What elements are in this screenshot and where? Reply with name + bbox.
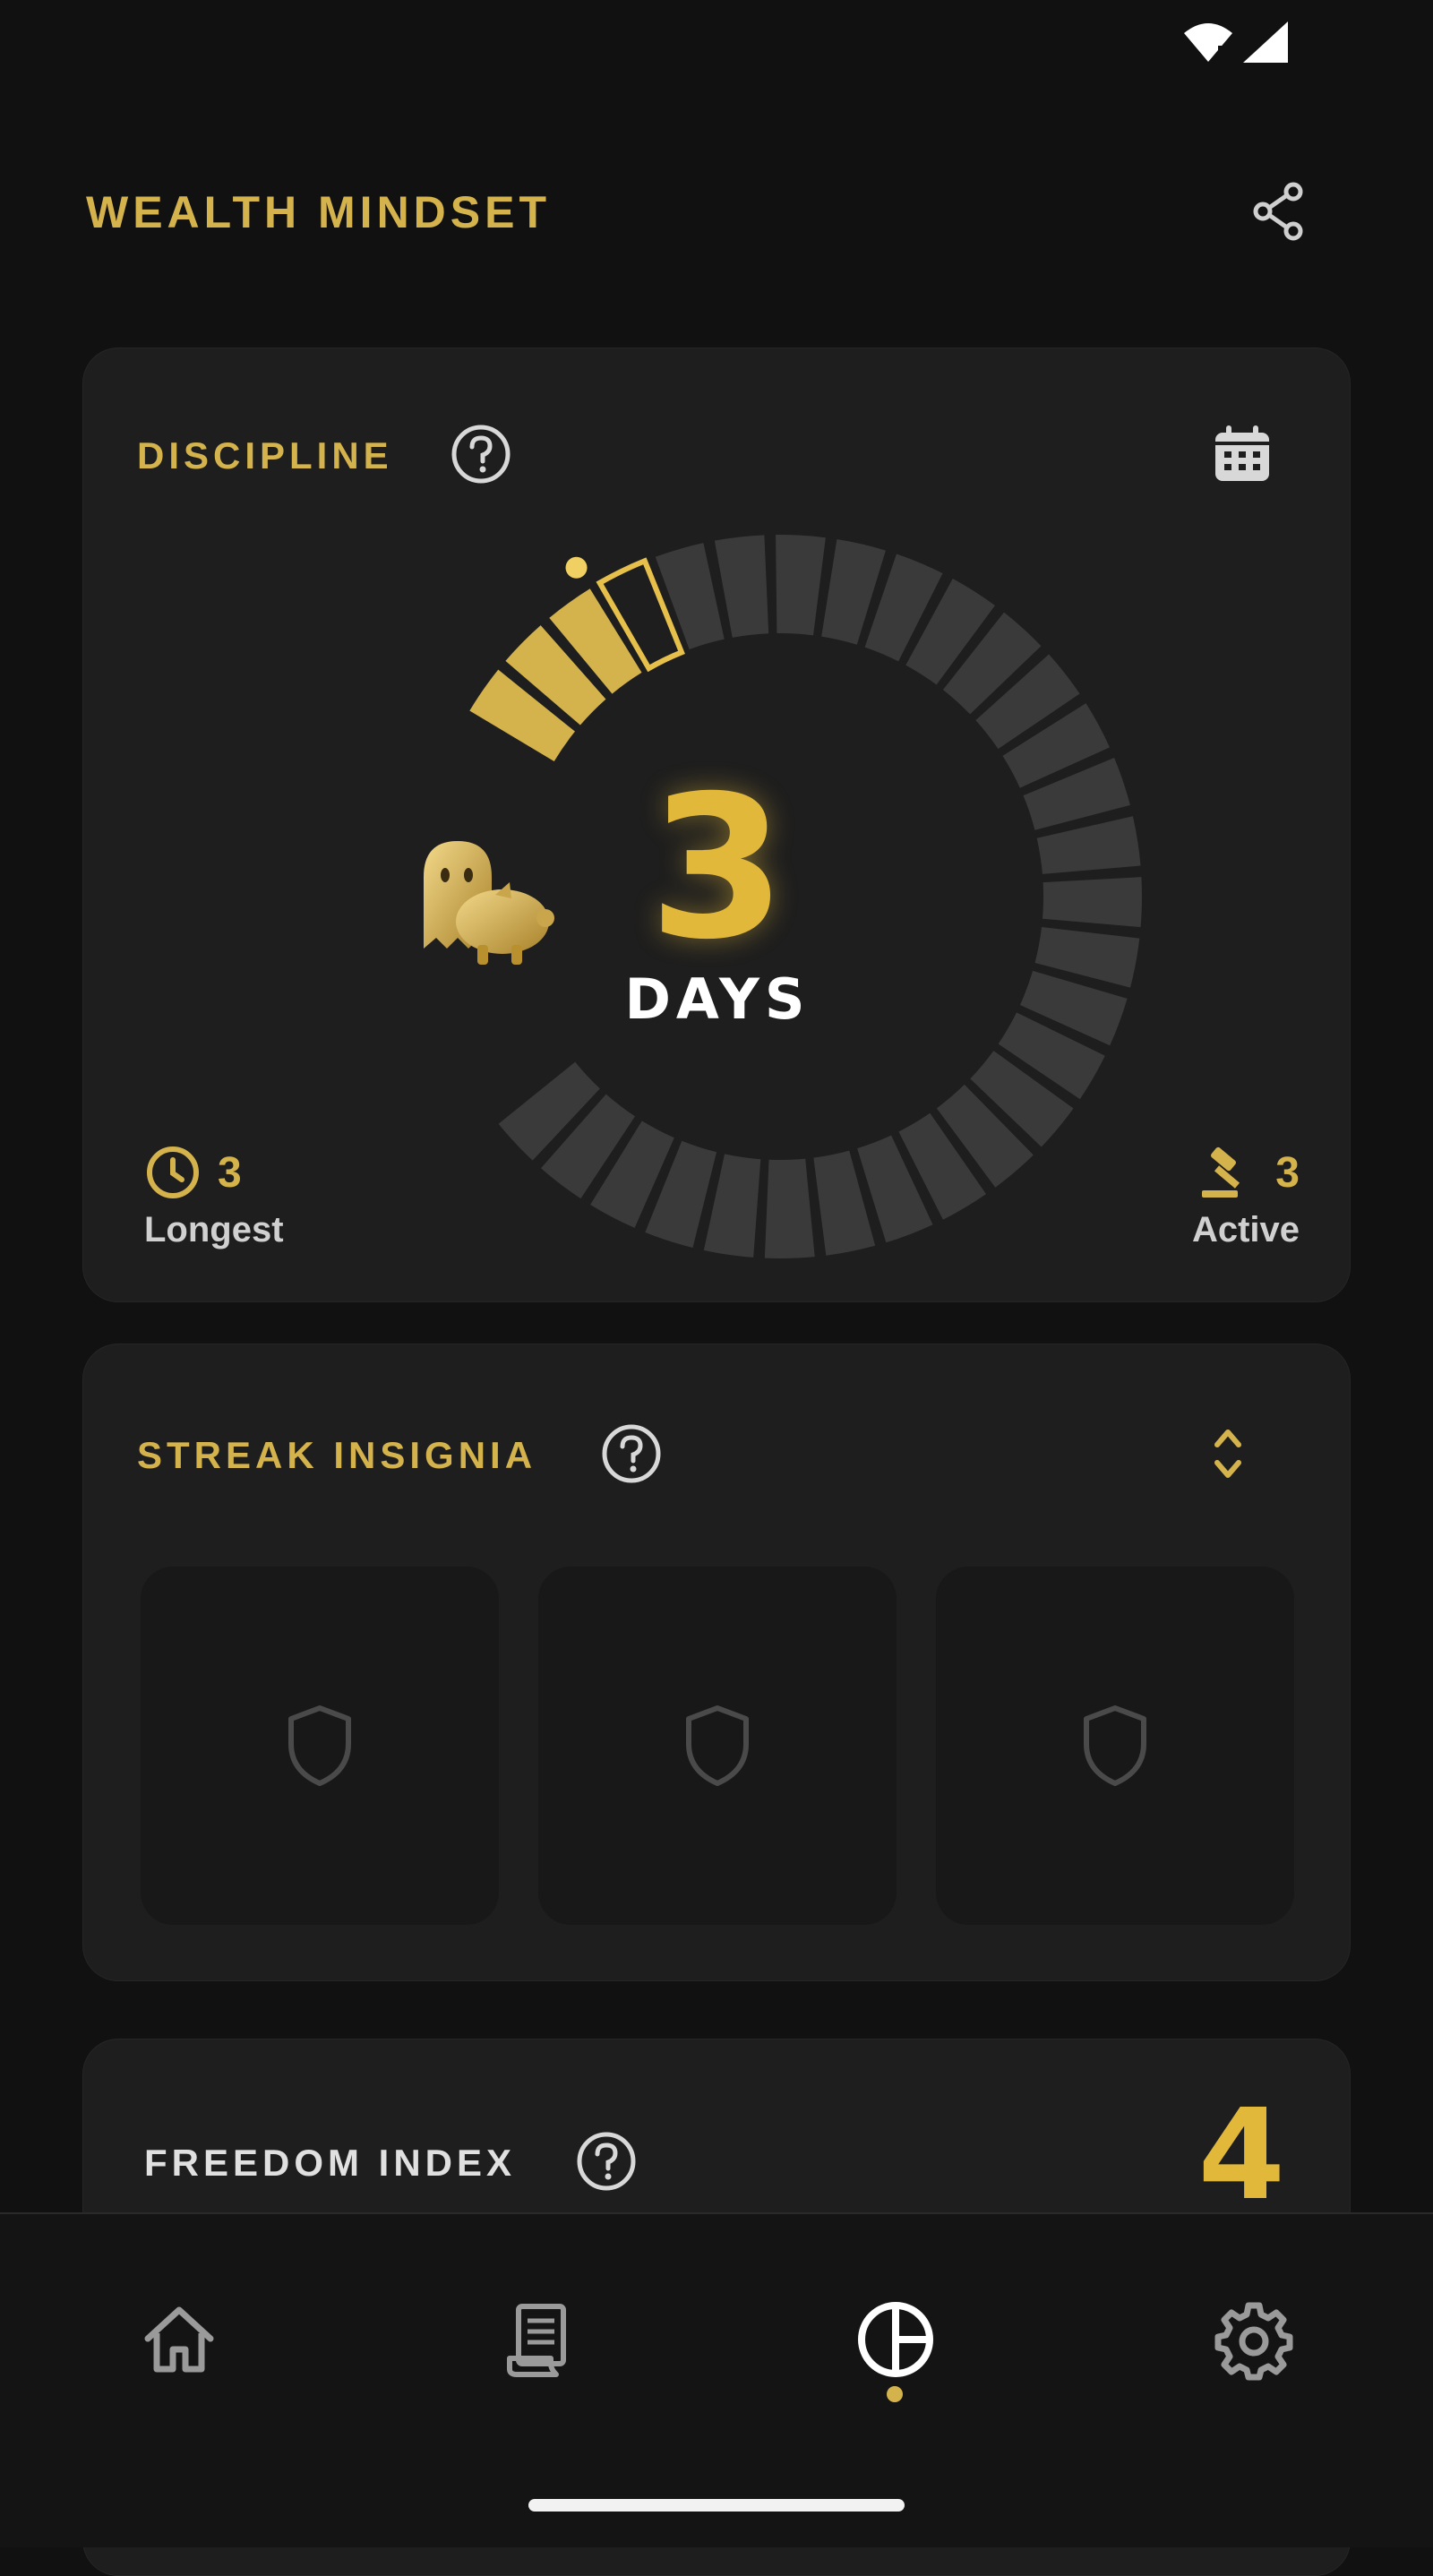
ring-segment-empty: [498, 1061, 600, 1161]
ring-segment-filled: [505, 625, 606, 726]
ring-segment-empty: [776, 535, 826, 636]
ring-segment-empty: [645, 1140, 717, 1249]
ring-segment-empty: [703, 1154, 761, 1258]
home-icon: [144, 2306, 214, 2373]
ring-segment-empty: [942, 612, 1042, 715]
signal-icon: [1243, 21, 1288, 63]
ring-segment-empty: [813, 1150, 876, 1256]
app-header: WEALTH MINDSET: [86, 179, 1340, 244]
discipline-help-button[interactable]: [449, 422, 513, 486]
active-label: Active: [1191, 1210, 1300, 1249]
ring-segment-empty: [857, 1135, 933, 1243]
active-nav-indicator: [887, 2386, 903, 2402]
expand-collapse-icon: [1214, 1430, 1241, 1478]
home-indicator[interactable]: [528, 2499, 905, 2512]
freedom-index-value: 4: [1197, 2082, 1285, 2228]
clock-icon: [147, 1146, 199, 1198]
insignia-slot[interactable]: [936, 1567, 1294, 1925]
nav-stats[interactable]: [842, 2286, 949, 2393]
freedom-title: FREEDOM INDEX: [144, 2142, 517, 2184]
insignia-slot[interactable]: [538, 1567, 897, 1925]
share-button[interactable]: [1247, 179, 1311, 244]
ring-segment-empty: [864, 554, 943, 662]
ring-segment-empty: [714, 535, 769, 638]
discipline-title: DISCIPLINE: [137, 434, 393, 477]
ring-segment-empty: [936, 1084, 1034, 1188]
ring-segment-empty: [821, 539, 886, 645]
longest-value: 3: [218, 1148, 242, 1197]
calendar-icon: [1215, 425, 1269, 481]
ring-segment-empty: [975, 654, 1080, 750]
status-icons: [1182, 20, 1290, 64]
bottom-navigation: [0, 2212, 1433, 2547]
gear-icon: [1214, 2302, 1293, 2381]
discipline-card: DISCIPLINE 3 DAYS 3 Longest 3 Active: [82, 348, 1351, 1302]
streak-days-value: 3: [648, 753, 786, 983]
shield-icon: [288, 1705, 351, 1786]
streak-days-label: DAYS: [624, 966, 811, 1032]
share-icon: [1253, 182, 1303, 241]
help-circle-icon: [577, 2132, 636, 2191]
ring-segment-empty: [764, 1158, 815, 1258]
help-circle-icon: [602, 1424, 661, 1483]
nav-home[interactable]: [125, 2286, 233, 2393]
longest-stat: 3 Longest: [144, 1144, 284, 1250]
longest-label: Longest: [144, 1210, 284, 1249]
streak-insignia-card: STREAK INSIGNIA: [82, 1344, 1351, 1981]
ring-segment-empty: [898, 1112, 986, 1220]
freedom-help-button[interactable]: [574, 2129, 639, 2194]
scroll-icon: [507, 2304, 566, 2377]
nav-journal[interactable]: [484, 2286, 591, 2393]
ring-segment-empty: [970, 1051, 1074, 1147]
calendar-button[interactable]: [1210, 422, 1274, 486]
insignia-help-button[interactable]: [599, 1421, 664, 1486]
ring-segment-empty: [590, 1121, 674, 1228]
pie-chart-icon: [858, 2302, 933, 2377]
active-stat: 3 Active: [1192, 1144, 1300, 1250]
help-circle-icon: [451, 425, 511, 484]
ring-segment-empty: [541, 1094, 636, 1199]
ring-segment-filled: [549, 588, 642, 694]
insignia-title: STREAK INSIGNIA: [137, 1434, 537, 1476]
ring-progress-marker: [565, 556, 588, 579]
insignia-slot[interactable]: [141, 1567, 499, 1925]
nav-settings[interactable]: [1200, 2286, 1308, 2393]
wifi-icon: [1184, 23, 1232, 62]
active-value: 3: [1275, 1148, 1300, 1197]
app-title: WEALTH MINDSET: [86, 187, 552, 237]
ring-segment-filled: [469, 669, 575, 762]
gavel-icon: [1202, 1146, 1240, 1198]
shield-icon: [1084, 1705, 1146, 1786]
shield-icon: [686, 1705, 749, 1786]
ring-segment-current: [596, 557, 685, 673]
ring-segment-empty: [655, 543, 725, 650]
status-bar: [0, 0, 1433, 86]
ring-segment-empty: [905, 578, 995, 685]
insignia-expand-button[interactable]: [1196, 1421, 1260, 1486]
